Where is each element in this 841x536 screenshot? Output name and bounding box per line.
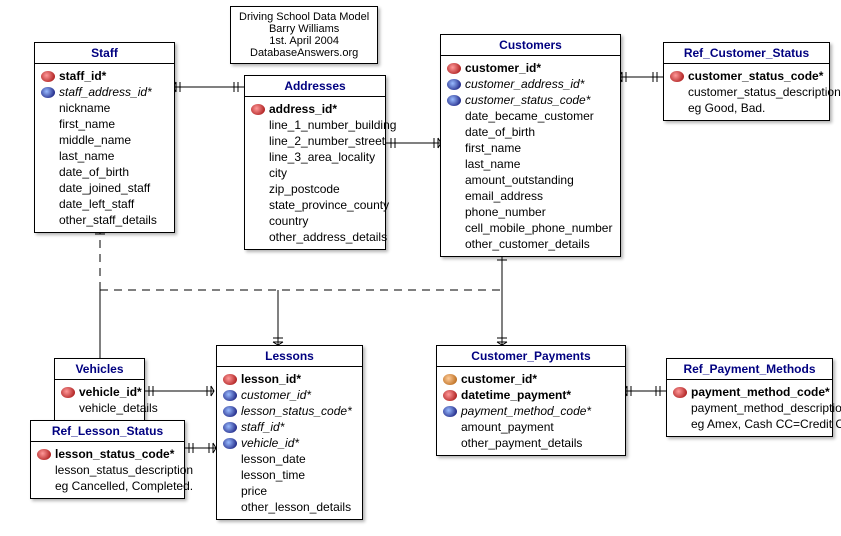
fk-icon bbox=[447, 95, 461, 106]
fk-icon bbox=[223, 390, 237, 401]
entity-customer-payments: Customer_Payments customer_id* datetime_… bbox=[436, 345, 626, 456]
entity-lessons: Lessons lesson_id* customer_id* lesson_s… bbox=[216, 345, 363, 520]
entity-ref-payment-methods: Ref_Payment_Methods payment_method_code*… bbox=[666, 358, 833, 437]
fk-icon bbox=[223, 438, 237, 449]
fk-icon bbox=[447, 79, 461, 90]
fk-icon bbox=[41, 87, 55, 98]
pf-icon bbox=[443, 374, 457, 385]
entity-customers: Customers customer_id* customer_address_… bbox=[440, 34, 621, 257]
entity-ref-customer-status: Ref_Customer_Status customer_status_code… bbox=[663, 42, 830, 121]
pk-icon bbox=[37, 449, 51, 460]
pk-icon bbox=[673, 387, 687, 398]
entity-ref-lesson-status: Ref_Lesson_Status lesson_status_code* le… bbox=[30, 420, 185, 499]
fk-icon bbox=[443, 406, 457, 417]
pk-icon bbox=[443, 390, 457, 401]
pk-icon bbox=[447, 63, 461, 74]
entity-staff: Staff staff_id* staff_address_id* nickna… bbox=[34, 42, 175, 233]
fk-icon bbox=[223, 422, 237, 433]
pk-icon bbox=[670, 71, 684, 82]
entity-addresses: Addresses address_id* line_1_number_buil… bbox=[244, 75, 386, 250]
pk-icon bbox=[61, 387, 75, 398]
pk-icon bbox=[251, 104, 265, 115]
entity-vehicles: Vehicles vehicle_id* vehicle_details bbox=[54, 358, 145, 421]
fk-icon bbox=[223, 406, 237, 417]
pk-icon bbox=[223, 374, 237, 385]
title-box: Driving School Data ModelBarry Williams1… bbox=[230, 6, 378, 64]
pk-icon bbox=[41, 71, 55, 82]
